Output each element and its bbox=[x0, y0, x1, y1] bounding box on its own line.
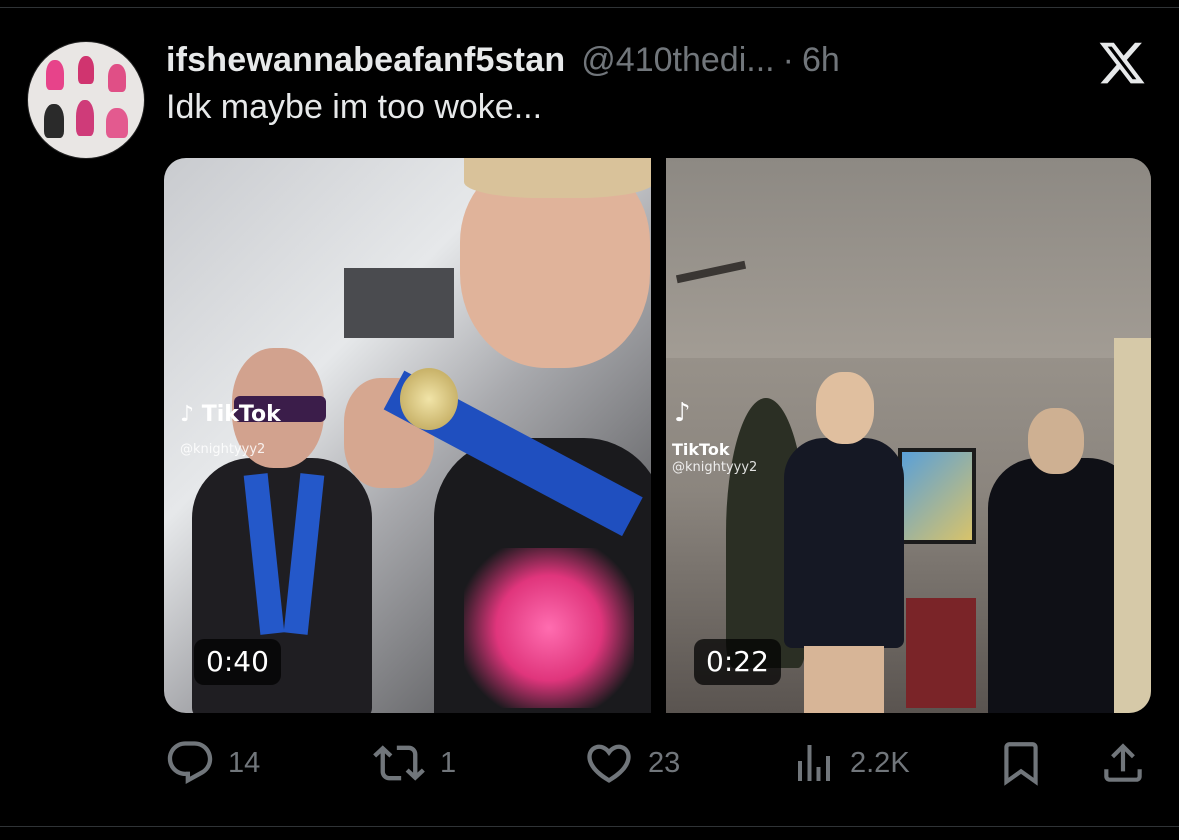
ceiling bbox=[666, 158, 1151, 358]
shirt-graphic bbox=[464, 548, 634, 708]
avatar-figure bbox=[106, 108, 128, 138]
avatar-figure bbox=[44, 104, 64, 138]
hair bbox=[464, 158, 651, 198]
share-icon bbox=[1104, 743, 1142, 782]
heart-icon bbox=[587, 744, 631, 783]
avatar-figure bbox=[76, 100, 94, 136]
user-handle[interactable]: @410thedi... bbox=[581, 41, 774, 80]
person-center bbox=[784, 438, 904, 648]
separator-dot: · bbox=[782, 40, 794, 79]
tiktok-label: TikTok bbox=[672, 440, 730, 459]
media-grid: ♪ TikTok @knightyyy2 0:40 ♪ TikTok @knig… bbox=[164, 158, 1151, 713]
reply-count: 14 bbox=[228, 746, 261, 779]
avatar-figure bbox=[108, 64, 126, 92]
avatar-figure bbox=[78, 56, 94, 84]
views-button[interactable]: 2.2K bbox=[790, 735, 910, 791]
tweet-text: Idk maybe im too woke... bbox=[166, 88, 543, 126]
like-button[interactable]: 23 bbox=[582, 735, 680, 791]
tweet-header: ifshewannabeafanf5stan @410thedi... · 6h bbox=[166, 40, 840, 80]
ceiling-detail bbox=[344, 268, 454, 338]
repost-count: 1 bbox=[440, 746, 457, 779]
person-right-head bbox=[1028, 408, 1084, 474]
person-center-legs bbox=[804, 646, 884, 713]
tweet-actions: 14 1 23 2.2K bbox=[164, 735, 1154, 791]
views-icon bbox=[798, 745, 830, 781]
video-thumbnail-2[interactable]: ♪ TikTok @knightyyy2 0:22 bbox=[666, 158, 1151, 713]
x-logo-icon bbox=[1099, 42, 1145, 84]
tv-screen bbox=[898, 448, 976, 544]
red-cabinet bbox=[906, 598, 976, 708]
share-button[interactable] bbox=[1098, 735, 1148, 791]
bottom-divider bbox=[0, 826, 1179, 827]
reply-button[interactable]: 14 bbox=[164, 735, 260, 791]
person-center-head bbox=[816, 372, 874, 444]
avatar-figure bbox=[46, 60, 64, 90]
bookmark-button[interactable] bbox=[996, 735, 1046, 791]
top-divider bbox=[0, 7, 1179, 8]
display-name[interactable]: ifshewannabeafanf5stan bbox=[166, 41, 565, 80]
tiktok-handle: @knightyyy2 bbox=[180, 442, 266, 457]
video-duration: 0:40 bbox=[194, 639, 281, 685]
tiktok-logo: ♪ bbox=[674, 398, 691, 428]
tiktok-logo: ♪ TikTok bbox=[180, 402, 281, 427]
video-duration: 0:22 bbox=[694, 639, 781, 685]
like-count: 23 bbox=[648, 746, 681, 779]
avatar[interactable] bbox=[27, 41, 145, 159]
repost-button[interactable]: 1 bbox=[370, 735, 456, 791]
gold-medal bbox=[400, 368, 458, 430]
bookmark-icon bbox=[1004, 742, 1038, 786]
repost-icon bbox=[373, 745, 425, 781]
views-count: 2.2K bbox=[850, 746, 910, 779]
video-thumbnail-1[interactable]: ♪ TikTok @knightyyy2 0:40 bbox=[164, 158, 651, 713]
tiktok-handle: @knightyyy2 bbox=[672, 460, 758, 475]
doorway bbox=[1114, 338, 1151, 713]
timestamp[interactable]: 6h bbox=[802, 41, 840, 80]
reply-icon bbox=[167, 741, 213, 785]
